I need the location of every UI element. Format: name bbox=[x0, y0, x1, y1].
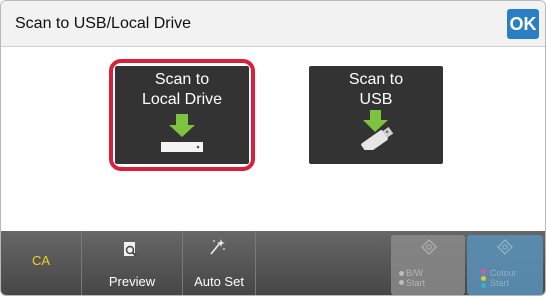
scan-to-usb-button[interactable]: Scan to USB bbox=[309, 66, 443, 164]
colour-dot bbox=[481, 276, 486, 281]
bottom-toolbar: CA Preview Auto Set B/W Start Colour Sta… bbox=[1, 231, 545, 295]
colour-dot bbox=[481, 283, 486, 288]
page-title: Scan to USB/Local Drive bbox=[15, 15, 192, 32]
tile-label-line2: Local Drive bbox=[141, 91, 223, 108]
bw-start-label-line2: Start bbox=[406, 278, 426, 288]
usb-stick-icon bbox=[361, 110, 394, 150]
bw-start-button[interactable]: B/W Start bbox=[391, 235, 465, 295]
colour-dot bbox=[481, 269, 486, 274]
bw-start-icon bbox=[421, 239, 437, 255]
toolbar-divider bbox=[255, 231, 256, 295]
bw-start-label-line1: B/W bbox=[406, 268, 423, 278]
colour-start-label-line1: Colour bbox=[490, 268, 517, 278]
ok-button[interactable]: OK bbox=[507, 9, 539, 39]
preview-label: Preview bbox=[108, 274, 156, 289]
local-drive-icon bbox=[161, 114, 203, 152]
ca-button[interactable]: CA bbox=[1, 231, 81, 295]
auto-set-icon bbox=[210, 239, 225, 255]
colour-start-icon bbox=[497, 239, 513, 255]
preview-icon bbox=[124, 242, 137, 257]
header-bar: Scan to USB/Local Drive OK bbox=[1, 1, 545, 47]
auto-set-label: Auto Set bbox=[194, 274, 244, 289]
auto-set-button[interactable]: Auto Set bbox=[183, 231, 255, 295]
scan-screen: Scan to USB/Local Drive OK Scan to Local… bbox=[0, 0, 546, 296]
colour-start-button[interactable]: Colour Start bbox=[467, 235, 543, 295]
tile-label-line1: Scan to bbox=[348, 71, 404, 88]
bw-dot bbox=[399, 280, 404, 285]
colour-start-label-line2: Start bbox=[490, 278, 510, 288]
scan-to-local-drive-button[interactable]: Scan to Local Drive bbox=[115, 66, 249, 164]
tile-label-line2: USB bbox=[359, 91, 393, 108]
tile-label-line1: Scan to bbox=[154, 71, 210, 88]
bw-dot bbox=[399, 271, 404, 276]
preview-button[interactable]: Preview bbox=[82, 231, 182, 295]
main-area bbox=[1, 48, 545, 231]
